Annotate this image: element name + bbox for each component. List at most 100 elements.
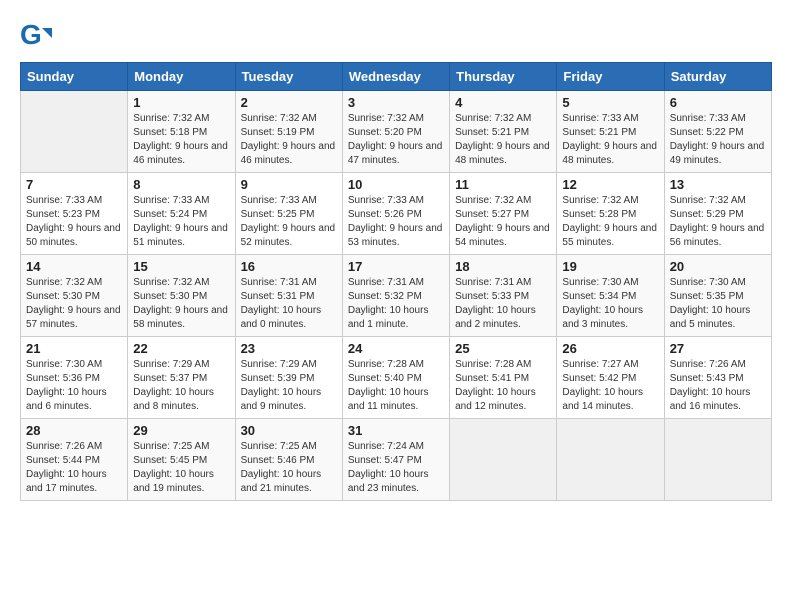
- day-info: Sunrise: 7:32 AMSunset: 5:20 PMDaylight:…: [348, 112, 444, 168]
- day-number: 29: [133, 423, 229, 438]
- day-info: Sunrise: 7:31 AMSunset: 5:31 PMDaylight:…: [241, 276, 337, 332]
- calendar-day-cell: 16 Sunrise: 7:31 AMSunset: 5:31 PMDaylig…: [235, 255, 342, 337]
- day-number: 23: [241, 341, 337, 356]
- logo-icon: G: [20, 20, 52, 52]
- weekday-header-thursday: Thursday: [450, 63, 557, 91]
- day-number: 28: [26, 423, 122, 438]
- svg-text:G: G: [20, 20, 42, 50]
- day-number: 26: [562, 341, 658, 356]
- day-info: Sunrise: 7:27 AMSunset: 5:42 PMDaylight:…: [562, 358, 658, 414]
- weekday-header-tuesday: Tuesday: [235, 63, 342, 91]
- calendar-day-cell: 30 Sunrise: 7:25 AMSunset: 5:46 PMDaylig…: [235, 419, 342, 501]
- calendar-day-cell: 11 Sunrise: 7:32 AMSunset: 5:27 PMDaylig…: [450, 173, 557, 255]
- day-info: Sunrise: 7:31 AMSunset: 5:32 PMDaylight:…: [348, 276, 444, 332]
- calendar-day-cell: 13 Sunrise: 7:32 AMSunset: 5:29 PMDaylig…: [664, 173, 771, 255]
- calendar-day-cell: 4 Sunrise: 7:32 AMSunset: 5:21 PMDayligh…: [450, 91, 557, 173]
- day-info: Sunrise: 7:24 AMSunset: 5:47 PMDaylight:…: [348, 440, 444, 496]
- logo: G: [20, 20, 56, 52]
- day-info: Sunrise: 7:31 AMSunset: 5:33 PMDaylight:…: [455, 276, 551, 332]
- calendar-week-row: 1 Sunrise: 7:32 AMSunset: 5:18 PMDayligh…: [21, 91, 772, 173]
- calendar-day-cell: 14 Sunrise: 7:32 AMSunset: 5:30 PMDaylig…: [21, 255, 128, 337]
- day-number: 21: [26, 341, 122, 356]
- day-number: 8: [133, 177, 229, 192]
- weekday-header-sunday: Sunday: [21, 63, 128, 91]
- day-number: 16: [241, 259, 337, 274]
- calendar-day-cell: 12 Sunrise: 7:32 AMSunset: 5:28 PMDaylig…: [557, 173, 664, 255]
- day-number: 10: [348, 177, 444, 192]
- day-info: Sunrise: 7:32 AMSunset: 5:19 PMDaylight:…: [241, 112, 337, 168]
- day-info: Sunrise: 7:32 AMSunset: 5:18 PMDaylight:…: [133, 112, 229, 168]
- calendar-day-cell: 28 Sunrise: 7:26 AMSunset: 5:44 PMDaylig…: [21, 419, 128, 501]
- calendar-day-cell: 9 Sunrise: 7:33 AMSunset: 5:25 PMDayligh…: [235, 173, 342, 255]
- day-info: Sunrise: 7:33 AMSunset: 5:21 PMDaylight:…: [562, 112, 658, 168]
- calendar-day-cell: 27 Sunrise: 7:26 AMSunset: 5:43 PMDaylig…: [664, 337, 771, 419]
- calendar-table: SundayMondayTuesdayWednesdayThursdayFrid…: [20, 62, 772, 501]
- day-number: 9: [241, 177, 337, 192]
- calendar-day-cell: 21 Sunrise: 7:30 AMSunset: 5:36 PMDaylig…: [21, 337, 128, 419]
- calendar-day-cell: 15 Sunrise: 7:32 AMSunset: 5:30 PMDaylig…: [128, 255, 235, 337]
- day-info: Sunrise: 7:32 AMSunset: 5:30 PMDaylight:…: [133, 276, 229, 332]
- day-info: Sunrise: 7:29 AMSunset: 5:37 PMDaylight:…: [133, 358, 229, 414]
- day-number: 5: [562, 95, 658, 110]
- day-number: 12: [562, 177, 658, 192]
- calendar-day-cell: 29 Sunrise: 7:25 AMSunset: 5:45 PMDaylig…: [128, 419, 235, 501]
- header: G: [20, 20, 772, 52]
- calendar-week-row: 7 Sunrise: 7:33 AMSunset: 5:23 PMDayligh…: [21, 173, 772, 255]
- day-info: Sunrise: 7:26 AMSunset: 5:44 PMDaylight:…: [26, 440, 122, 496]
- day-info: Sunrise: 7:33 AMSunset: 5:25 PMDaylight:…: [241, 194, 337, 250]
- day-number: 7: [26, 177, 122, 192]
- day-info: Sunrise: 7:33 AMSunset: 5:22 PMDaylight:…: [670, 112, 766, 168]
- day-info: Sunrise: 7:32 AMSunset: 5:27 PMDaylight:…: [455, 194, 551, 250]
- day-number: 20: [670, 259, 766, 274]
- day-info: Sunrise: 7:33 AMSunset: 5:26 PMDaylight:…: [348, 194, 444, 250]
- day-info: Sunrise: 7:33 AMSunset: 5:23 PMDaylight:…: [26, 194, 122, 250]
- calendar-day-cell: [450, 419, 557, 501]
- day-number: 14: [26, 259, 122, 274]
- day-info: Sunrise: 7:30 AMSunset: 5:35 PMDaylight:…: [670, 276, 766, 332]
- calendar-day-cell: 3 Sunrise: 7:32 AMSunset: 5:20 PMDayligh…: [342, 91, 449, 173]
- day-number: 2: [241, 95, 337, 110]
- day-info: Sunrise: 7:32 AMSunset: 5:28 PMDaylight:…: [562, 194, 658, 250]
- day-number: 18: [455, 259, 551, 274]
- day-number: 15: [133, 259, 229, 274]
- day-number: 27: [670, 341, 766, 356]
- weekday-header-friday: Friday: [557, 63, 664, 91]
- calendar-day-cell: 19 Sunrise: 7:30 AMSunset: 5:34 PMDaylig…: [557, 255, 664, 337]
- calendar-week-row: 21 Sunrise: 7:30 AMSunset: 5:36 PMDaylig…: [21, 337, 772, 419]
- calendar-week-row: 14 Sunrise: 7:32 AMSunset: 5:30 PMDaylig…: [21, 255, 772, 337]
- calendar-day-cell: [557, 419, 664, 501]
- calendar-day-cell: 26 Sunrise: 7:27 AMSunset: 5:42 PMDaylig…: [557, 337, 664, 419]
- day-info: Sunrise: 7:26 AMSunset: 5:43 PMDaylight:…: [670, 358, 766, 414]
- calendar-day-cell: 18 Sunrise: 7:31 AMSunset: 5:33 PMDaylig…: [450, 255, 557, 337]
- calendar-day-cell: 31 Sunrise: 7:24 AMSunset: 5:47 PMDaylig…: [342, 419, 449, 501]
- weekday-header-saturday: Saturday: [664, 63, 771, 91]
- day-info: Sunrise: 7:25 AMSunset: 5:46 PMDaylight:…: [241, 440, 337, 496]
- day-info: Sunrise: 7:32 AMSunset: 5:29 PMDaylight:…: [670, 194, 766, 250]
- day-info: Sunrise: 7:29 AMSunset: 5:39 PMDaylight:…: [241, 358, 337, 414]
- calendar-day-cell: 5 Sunrise: 7:33 AMSunset: 5:21 PMDayligh…: [557, 91, 664, 173]
- day-number: 25: [455, 341, 551, 356]
- day-number: 4: [455, 95, 551, 110]
- calendar-day-cell: 1 Sunrise: 7:32 AMSunset: 5:18 PMDayligh…: [128, 91, 235, 173]
- day-info: Sunrise: 7:32 AMSunset: 5:21 PMDaylight:…: [455, 112, 551, 168]
- day-info: Sunrise: 7:28 AMSunset: 5:41 PMDaylight:…: [455, 358, 551, 414]
- calendar-day-cell: 20 Sunrise: 7:30 AMSunset: 5:35 PMDaylig…: [664, 255, 771, 337]
- day-number: 3: [348, 95, 444, 110]
- calendar-week-row: 28 Sunrise: 7:26 AMSunset: 5:44 PMDaylig…: [21, 419, 772, 501]
- calendar-day-cell: 7 Sunrise: 7:33 AMSunset: 5:23 PMDayligh…: [21, 173, 128, 255]
- day-number: 19: [562, 259, 658, 274]
- weekday-header-row: SundayMondayTuesdayWednesdayThursdayFrid…: [21, 63, 772, 91]
- day-number: 24: [348, 341, 444, 356]
- day-info: Sunrise: 7:25 AMSunset: 5:45 PMDaylight:…: [133, 440, 229, 496]
- day-number: 11: [455, 177, 551, 192]
- calendar-day-cell: 2 Sunrise: 7:32 AMSunset: 5:19 PMDayligh…: [235, 91, 342, 173]
- calendar-day-cell: 22 Sunrise: 7:29 AMSunset: 5:37 PMDaylig…: [128, 337, 235, 419]
- day-number: 30: [241, 423, 337, 438]
- calendar-day-cell: 23 Sunrise: 7:29 AMSunset: 5:39 PMDaylig…: [235, 337, 342, 419]
- day-info: Sunrise: 7:33 AMSunset: 5:24 PMDaylight:…: [133, 194, 229, 250]
- calendar-day-cell: 17 Sunrise: 7:31 AMSunset: 5:32 PMDaylig…: [342, 255, 449, 337]
- day-info: Sunrise: 7:30 AMSunset: 5:36 PMDaylight:…: [26, 358, 122, 414]
- calendar-day-cell: 25 Sunrise: 7:28 AMSunset: 5:41 PMDaylig…: [450, 337, 557, 419]
- calendar-day-cell: 6 Sunrise: 7:33 AMSunset: 5:22 PMDayligh…: [664, 91, 771, 173]
- calendar-day-cell: [21, 91, 128, 173]
